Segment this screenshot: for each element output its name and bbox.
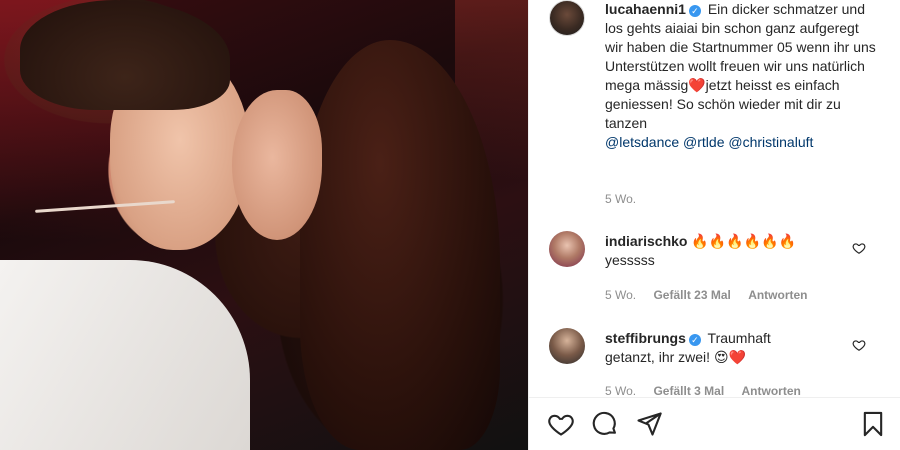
comment-reply-button[interactable]: Antworten	[748, 288, 807, 302]
caption-meta: 5 Wo.	[605, 192, 650, 206]
comment-time[interactable]: 5 Wo.	[605, 384, 636, 398]
comment-meta: 5 Wo. Gefällt 3 Mal Antworten	[605, 384, 815, 398]
comment-text: 🔥🔥🔥🔥🔥🔥	[691, 233, 796, 249]
post-side-panel: lucahaenni1 ✓ Ein dicker schmatzer und lo…	[528, 0, 900, 450]
comment-avatar-indiarischko[interactable]	[549, 231, 585, 267]
owner-username[interactable]: lucahaenni1	[605, 1, 686, 17]
woman-face	[232, 90, 322, 240]
caption-mentions[interactable]: @letsdance @rtlde @christinaluft	[605, 134, 813, 150]
verified-badge-icon: ✓	[688, 5, 701, 17]
comment-steffibrungs: steffibrungs ✓ Traumhaft getanzt, ihr zwe…	[605, 329, 850, 367]
comment-like-heart-icon[interactable]	[852, 241, 866, 255]
man-shirt	[0, 260, 250, 450]
caption-text: Ein dicker schmatzer und los gehts aiaia…	[605, 1, 876, 131]
comment-likes[interactable]: Gefällt 23 Mal	[653, 288, 730, 302]
bookmark-icon[interactable]	[859, 410, 887, 438]
comment-likes[interactable]: Gefällt 3 Mal	[653, 384, 724, 398]
comment-meta: 5 Wo. Gefällt 23 Mal Antworten	[605, 288, 822, 302]
comment-text: Traumhaft	[707, 330, 771, 346]
verified-badge-icon: ✓	[688, 334, 701, 346]
comment-username[interactable]: steffibrungs	[605, 330, 686, 346]
comment-time[interactable]: 5 Wo.	[605, 288, 636, 302]
comment-indiarischko: indiarischko 🔥🔥🔥🔥🔥🔥 yesssss	[605, 232, 850, 270]
comment-reply-button[interactable]: Antworten	[742, 384, 801, 398]
comment-text-2: getanzt, ihr zwei! 😍❤️	[605, 349, 746, 365]
comment-like-heart-icon[interactable]	[852, 338, 866, 352]
owner-avatar[interactable]	[549, 0, 585, 36]
post-photo[interactable]	[0, 0, 528, 450]
comment-icon[interactable]	[591, 410, 619, 438]
paper-plane-icon[interactable]	[635, 410, 663, 438]
caption-time[interactable]: 5 Wo.	[605, 192, 636, 206]
comment-avatar-steffibrungs[interactable]	[549, 328, 585, 364]
caption: lucahaenni1 ✓ Ein dicker schmatzer und lo…	[605, 0, 876, 152]
comment-text-2: yesssss	[605, 252, 655, 268]
man-hair	[20, 0, 230, 110]
post-action-bar	[529, 397, 900, 450]
heart-icon[interactable]	[547, 410, 575, 438]
comment-username[interactable]: indiarischko	[605, 233, 687, 249]
